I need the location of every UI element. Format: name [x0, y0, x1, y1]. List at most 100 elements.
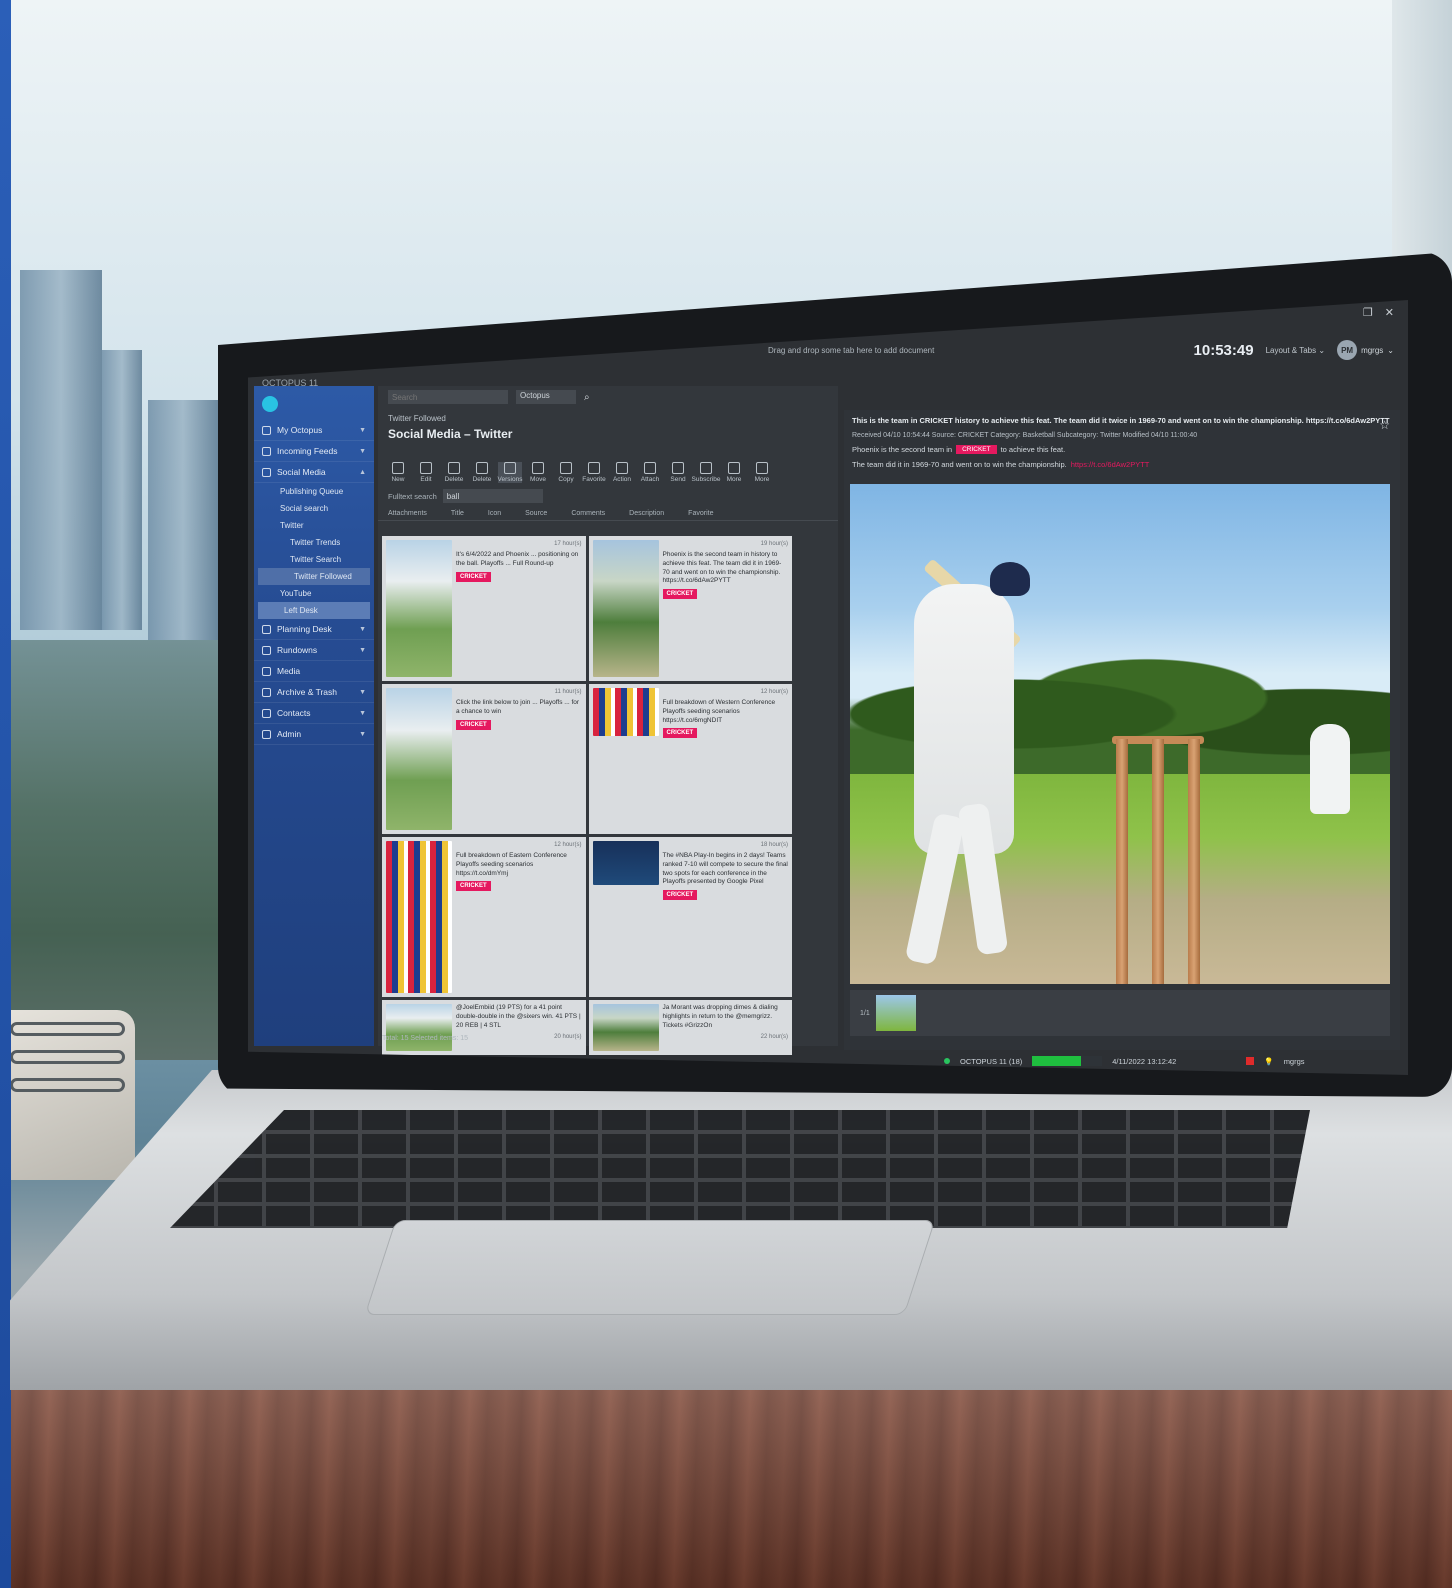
standings-table-thumbnail: [386, 841, 452, 993]
sidebar-item-archive-trash[interactable]: Archive & Trash ▼: [254, 682, 374, 703]
column-header[interactable]: Source: [525, 510, 547, 517]
versions-button[interactable]: Versions: [498, 462, 522, 483]
column-header[interactable]: Description: [629, 510, 664, 517]
user-menu[interactable]: PM mgrgs ⌄: [1337, 340, 1394, 360]
sidebar-item-youtube[interactable]: YouTube: [254, 585, 374, 602]
sidebar-item-admin[interactable]: Admin ▼: [254, 724, 374, 745]
preview-text-line: Phoenix is the second team in CRICKET to…: [852, 444, 1066, 454]
octopus-logo-icon[interactable]: [262, 396, 278, 412]
card-age: 19 hour(s): [760, 541, 788, 547]
more-menu-button[interactable]: More: [750, 462, 774, 483]
alert-icon[interactable]: [1246, 1057, 1255, 1065]
card-age: 20 hour(s): [554, 1034, 582, 1041]
close-icon[interactable]: ✕: [1385, 306, 1394, 319]
fulltext-input[interactable]: [442, 489, 543, 503]
subscribe-button[interactable]: Subscribe: [692, 462, 720, 483]
source-select[interactable]: Octopus: [516, 390, 576, 404]
category-tag[interactable]: CRICKET: [662, 589, 698, 600]
category-tag[interactable]: CRICKET: [456, 881, 491, 892]
list-item[interactable]: 12 hour(s) Full breakdown of Western Con…: [588, 684, 792, 834]
sidebar-item-twitter-followed[interactable]: Twitter Followed: [258, 568, 370, 585]
preview-text-line: The team did it in 1969-70 and went on t…: [852, 459, 1150, 469]
attachment-thumbnail[interactable]: [875, 995, 916, 1031]
list-item[interactable]: @JoelEmbiid (19 PTS) for a 41 point doub…: [382, 1000, 586, 1055]
lightbulb-icon[interactable]: 💡: [1264, 1057, 1273, 1066]
sidebar-item-twitter-trends[interactable]: Twitter Trends: [254, 534, 374, 551]
sidebar-item-contacts[interactable]: Contacts ▼: [254, 703, 374, 724]
column-header[interactable]: Favorite: [688, 510, 713, 517]
sidebar-item-publishing-queue[interactable]: Publishing Queue: [254, 483, 374, 500]
preview-panel: ☆ This is the team in CRICKET history to…: [844, 410, 1400, 1050]
gear-icon: [262, 729, 271, 739]
sidebar-item-twitter[interactable]: Twitter: [254, 517, 374, 534]
move-icon: [532, 462, 544, 474]
share-icon: [262, 467, 271, 477]
clock: 10:53:49: [1193, 341, 1254, 359]
cricket-photo-thumbnail: [386, 1004, 452, 1051]
search-input[interactable]: [388, 390, 508, 404]
move-button[interactable]: Move: [526, 462, 550, 483]
list-item[interactable]: 12 hour(s) Full breakdown of Eastern Con…: [382, 837, 586, 997]
layout-tabs-label: Layout & Tabs: [1265, 345, 1317, 355]
cursor-icon: [616, 462, 628, 474]
list-item[interactable]: Ja Morant was dropping dimes & dialing h…: [588, 1000, 792, 1055]
sidebar-item-social-media[interactable]: Social Media ▲: [254, 462, 374, 483]
category-tag[interactable]: CRICKET: [456, 571, 491, 582]
column-header[interactable]: Title: [451, 510, 464, 517]
list-item[interactable]: 18 hour(s) The #NBA Play-In begins in 2 …: [588, 837, 792, 997]
star-icon[interactable]: ☆: [1379, 418, 1390, 432]
card-age: 17 hour(s): [554, 541, 582, 547]
sidebar-item-twitter-search[interactable]: Twitter Search: [254, 551, 374, 568]
category-tag[interactable]: CRICKET: [662, 890, 698, 901]
sidebar-item-incoming-feeds[interactable]: Incoming Feeds ▼: [254, 441, 374, 462]
spiral-notebook: [0, 1010, 135, 1180]
list-item[interactable]: 17 hour(s) It's 6/4/2022 and Phoenix ...…: [382, 536, 586, 681]
more-button[interactable]: More: [722, 462, 746, 483]
list-item[interactable]: 19 hour(s) Phoenix is the second team in…: [588, 536, 792, 681]
card-age: 12 hour(s): [760, 689, 788, 695]
check-icon: [262, 624, 271, 634]
column-header[interactable]: Attachments: [388, 510, 427, 517]
action-button[interactable]: Action: [610, 462, 634, 483]
sidebar-item-planning-desk[interactable]: Planning Desk ▼: [254, 619, 374, 640]
sidebar-item-rundowns[interactable]: Rundowns ▼: [254, 640, 374, 661]
user-icon: [262, 425, 271, 435]
sidebar-item-social-search[interactable]: Social search: [254, 500, 374, 517]
connection-status-icon: [944, 1058, 950, 1064]
sidebar-item-media[interactable]: Media: [254, 661, 374, 682]
sidebar: My Octopus ▼ Incoming Feeds ▼ Social Media…: [254, 386, 374, 1046]
copy-button[interactable]: Copy: [554, 462, 578, 483]
status-datetime: 4/11/2022 13:12:42: [1112, 1056, 1177, 1066]
breadcrumb[interactable]: Twitter Followed: [378, 408, 838, 423]
category-tag[interactable]: CRICKET: [956, 444, 997, 454]
column-header[interactable]: Icon: [488, 510, 501, 517]
list-item[interactable]: 11 hour(s) Click the link below to join …: [382, 684, 586, 834]
filter-label: Fulltext search: [388, 491, 437, 501]
restore-icon[interactable]: ❐: [1363, 306, 1373, 319]
chevron-down-icon: ▼: [359, 709, 366, 717]
category-tag[interactable]: CRICKET: [456, 719, 491, 730]
tweet-link[interactable]: https://t.co/6dAw2PYTT: [1071, 460, 1150, 469]
search-icon[interactable]: ⌕: [584, 392, 590, 403]
category-tag[interactable]: CRICKET: [662, 728, 698, 739]
calendar-thumbnail: [592, 841, 659, 885]
fielder: [1310, 724, 1350, 814]
send-button[interactable]: Send: [666, 462, 690, 483]
sidebar-item-left-desk[interactable]: Left Desk: [258, 602, 370, 619]
attach-button[interactable]: Attach: [638, 462, 662, 483]
standings-table-thumbnail: [592, 688, 659, 736]
card-text: Full breakdown of Western Conference Pla…: [662, 699, 776, 724]
copy-icon: [560, 462, 572, 474]
favorite-button[interactable]: Favorite: [582, 462, 606, 483]
new-button[interactable]: New: [386, 462, 410, 483]
trash-icon: [476, 462, 488, 474]
sidebar-item-my-octopus[interactable]: My Octopus ▼: [254, 420, 374, 441]
layout-tabs-button[interactable]: Layout & Tabs ⌄: [1266, 346, 1326, 355]
card-text: Phoenix is the second team in history to…: [662, 551, 782, 585]
delete-button[interactable]: Delete: [442, 462, 466, 483]
edit-button[interactable]: Edit: [414, 462, 438, 483]
attachment-count: 1/1: [860, 1009, 870, 1017]
column-header[interactable]: Comments: [571, 510, 605, 517]
preview-meta: Received 04/10 10:54:44 Source: CRICKET …: [852, 431, 1198, 439]
delete-all-button[interactable]: Delete: [470, 462, 494, 483]
